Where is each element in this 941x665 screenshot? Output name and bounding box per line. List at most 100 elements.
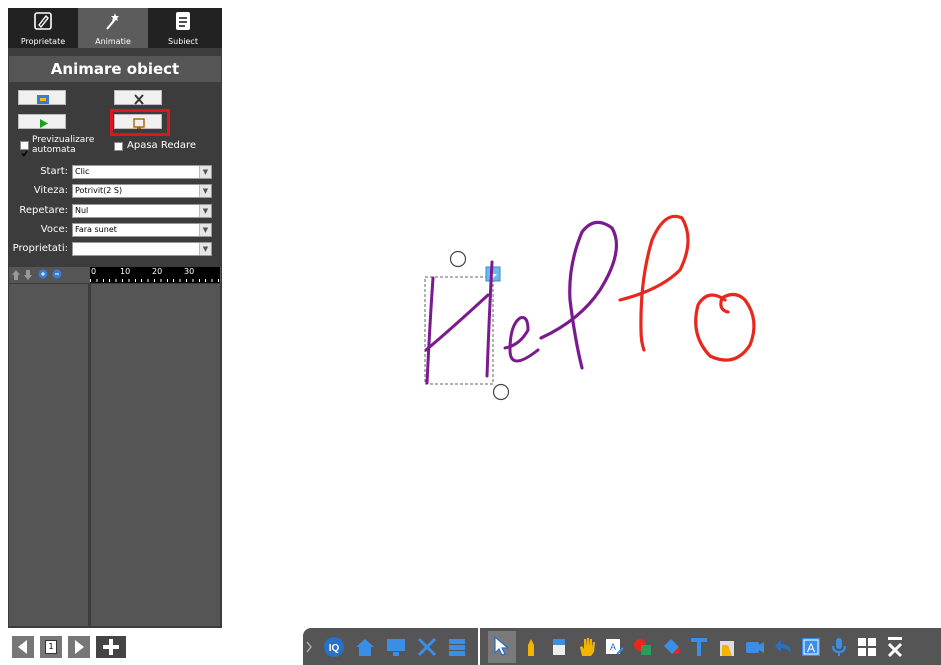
viteza-label: Viteza: [33, 185, 68, 196]
checkmark-icon [21, 150, 28, 157]
svg-text:A: A [807, 641, 815, 655]
page-indicator[interactable]: 1 [40, 636, 62, 658]
stroke-h-bar [424, 293, 490, 352]
move-up-icon [12, 270, 20, 280]
tab-label: Animatie [95, 37, 131, 46]
panel-title: Animare obiect [9, 56, 221, 82]
select-tool-active[interactable] [488, 631, 516, 663]
tools-icon[interactable] [416, 636, 438, 658]
svg-text:A: A [610, 642, 616, 652]
ruler-scale [90, 279, 220, 282]
stroke-o [694, 292, 756, 362]
repetare-select[interactable]: Nul ▼ [72, 204, 212, 218]
close-icon[interactable] [884, 636, 906, 658]
add-page-button[interactable] [96, 636, 126, 658]
iq-icon[interactable]: IQ [323, 636, 345, 658]
prev-page-button[interactable] [12, 636, 34, 658]
page-icon: 1 [45, 640, 57, 654]
next-page-button[interactable] [68, 636, 90, 658]
toolbar-expand-icon[interactable] [305, 640, 313, 654]
microphone-icon[interactable] [828, 636, 850, 658]
resize-handle[interactable] [492, 383, 510, 401]
hand-icon[interactable] [576, 636, 598, 658]
timeline-ruler: 0 10 20 30 [90, 267, 220, 283]
stroke-h-left [425, 276, 435, 385]
selection-box [424, 276, 494, 385]
start-label: Start: [40, 166, 68, 177]
chevron-down-icon: ▼ [199, 166, 211, 178]
ruler-tick: 0 [91, 267, 97, 276]
home-icon[interactable] [354, 636, 376, 658]
shape-icon[interactable] [632, 636, 654, 658]
preview-auto-checkbox[interactable] [20, 141, 29, 157]
document-icon [176, 12, 190, 30]
timeline-object-list[interactable] [9, 284, 88, 626]
tab-proprietate[interactable]: Proprietate [8, 8, 78, 48]
recognize-icon[interactable]: A [604, 636, 626, 658]
add-animation-icon [37, 95, 49, 104]
tab-subiect[interactable]: Subiect [148, 8, 218, 48]
svg-text:IQ: IQ [329, 643, 340, 654]
apasa-redare-label: Apasa Redare [127, 140, 197, 151]
viteza-select[interactable]: Potrivit(2 S) ▼ [72, 184, 212, 198]
repetare-value: Nul [75, 206, 89, 215]
ruler-tick: 30 [184, 267, 195, 276]
toolbar-right: A A [480, 628, 941, 665]
play-icon [40, 119, 48, 128]
select-arrow-icon [494, 635, 510, 656]
monitor-icon[interactable] [385, 636, 407, 658]
add-animation-button[interactable] [18, 90, 66, 105]
chevron-left-icon [18, 640, 27, 654]
chevron-down-icon: ▼ [199, 185, 211, 197]
start-value: Clic [75, 167, 90, 176]
repetare-label: Repetare: [19, 205, 68, 216]
play-button[interactable] [18, 114, 66, 129]
preview-auto-label-2: automata [32, 145, 76, 155]
proprietati-select[interactable]: ▼ [72, 242, 212, 256]
textbox-icon[interactable]: A [800, 636, 822, 658]
viteza-value: Potrivit(2 S) [75, 186, 123, 195]
stroke-l1 [539, 220, 619, 370]
delete-animation-button[interactable] [114, 90, 162, 105]
timeline-controls [12, 269, 62, 280]
voce-select[interactable]: Fara sunet ▼ [72, 223, 212, 237]
camera-icon[interactable] [744, 636, 766, 658]
rotate-handle[interactable] [449, 250, 467, 268]
apasa-redare-checkbox[interactable] [114, 142, 123, 151]
voce-label: Voce: [40, 224, 68, 235]
start-select[interactable]: Clic ▼ [72, 165, 212, 179]
storage-icon[interactable] [446, 636, 468, 658]
preview-auto-label: Previzualizare [32, 135, 95, 145]
cleaner-icon[interactable] [716, 636, 738, 658]
ruler-tick: 20 [152, 267, 163, 276]
tab-label: Proprietate [20, 37, 66, 46]
whiteboard-canvas[interactable] [230, 0, 941, 625]
undo-icon[interactable] [772, 636, 794, 658]
panel-tabs: Proprietate Animatie Subiect [8, 8, 222, 48]
grid-icon[interactable] [856, 636, 878, 658]
tab-label: Subiect [168, 37, 198, 46]
eraser-icon[interactable] [548, 636, 570, 658]
stroke-l2 [618, 214, 690, 352]
animation-panel: Proprietate Animatie Subiect Animare obi… [8, 8, 222, 628]
chevron-right-icon [75, 640, 84, 654]
fill-icon[interactable] [660, 636, 682, 658]
chevron-down-icon: ▼ [199, 243, 211, 255]
chevron-down-icon: ▼ [199, 224, 211, 236]
text-icon[interactable] [688, 636, 710, 658]
pencil-icon [34, 12, 52, 30]
highlight-box [110, 109, 170, 136]
move-down-icon [24, 270, 32, 280]
pen-icon[interactable] [520, 636, 542, 658]
stroke-e [503, 316, 540, 363]
proprietati-label: Proprietati: [12, 243, 68, 254]
close-icon [134, 94, 144, 105]
page-number: 1 [48, 642, 54, 651]
plus-icon [103, 639, 119, 655]
chevron-down-icon: ▼ [199, 205, 211, 217]
ruler-tick: 10 [120, 267, 131, 276]
timeline-track[interactable] [91, 284, 220, 626]
toolbar-left: IQ [303, 628, 478, 665]
wand-icon [106, 13, 119, 30]
tab-animatie[interactable]: Animatie [78, 8, 148, 48]
